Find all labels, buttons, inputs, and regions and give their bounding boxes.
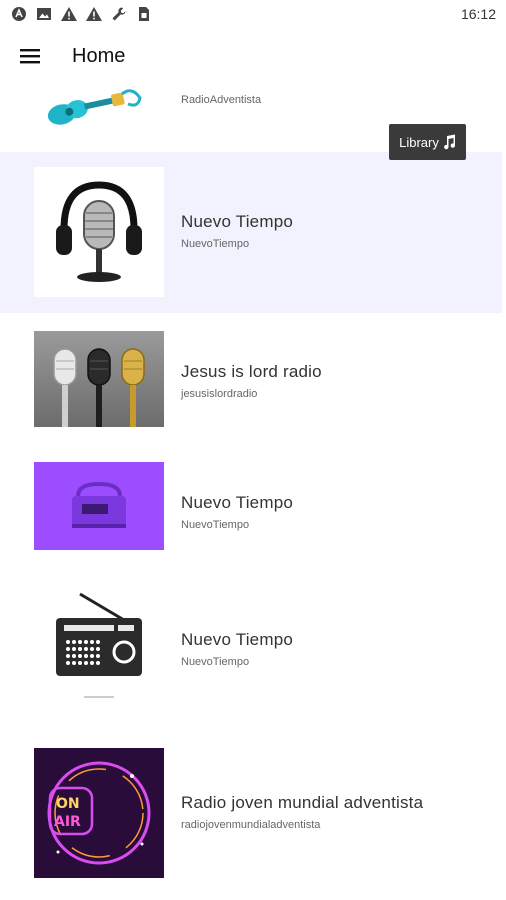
station-subtitle: NuevoTiempo: [181, 656, 250, 668]
app-bar: Home: [0, 36, 506, 76]
purple-radio-image: [34, 462, 164, 550]
svg-text:ON: ON: [56, 796, 80, 812]
station-title: Radio joven mundial adventista: [181, 793, 424, 812]
station-list: RadioAdventista Nuevo Tiempo NuevoTiempo: [0, 76, 506, 900]
station-title: Jesus is lord radio: [181, 362, 322, 381]
station-subtitle: jesusislordradio: [181, 388, 258, 400]
retro-radio-image: [34, 580, 164, 710]
library-label: Library: [399, 134, 439, 150]
station-title: Nuevo Tiempo: [181, 212, 294, 231]
station-subtitle: NuevoTiempo: [181, 238, 250, 250]
station-subtitle: RadioAdventista: [181, 94, 262, 106]
guitar-image: [34, 76, 164, 128]
wrench-icon: [110, 5, 128, 23]
svg-text:AIR: AIR: [54, 814, 81, 830]
clock: 16:12: [460, 6, 496, 22]
status-bar: 16:12: [0, 0, 506, 28]
menu-button[interactable]: [10, 36, 50, 76]
station-item[interactable]: Jesus is lord radio jesusislordradio: [0, 313, 502, 444]
station-title: Nuevo Tiempo: [181, 630, 294, 649]
station-item[interactable]: ON AIR Radio joven mundial adventista ra…: [0, 731, 502, 900]
warning-icon: [60, 5, 78, 23]
warning-icon: [85, 5, 103, 23]
station-title: Nuevo Tiempo: [181, 493, 294, 512]
station-item[interactable]: Nuevo Tiempo NuevoTiempo: [0, 444, 502, 568]
app-a-icon: [10, 5, 28, 23]
station-subtitle: radiojovenmundialadventista: [181, 819, 321, 831]
hamburger-menu-icon: [20, 49, 40, 64]
station-item[interactable]: Nuevo Tiempo NuevoTiempo: [0, 152, 502, 313]
page-title: Home: [72, 44, 126, 67]
three-microphones-image: [34, 331, 164, 427]
station-item[interactable]: Nuevo Tiempo NuevoTiempo: [0, 568, 502, 731]
on-air-neon-image: ON AIR: [34, 748, 164, 878]
microphone-headphones-image: [34, 167, 164, 297]
status-icons: [10, 5, 153, 23]
image-icon: [35, 5, 53, 23]
sim-icon: [135, 5, 153, 23]
music-note-icon: [443, 134, 455, 150]
station-subtitle: NuevoTiempo: [181, 519, 250, 531]
library-button[interactable]: Library: [389, 124, 466, 160]
